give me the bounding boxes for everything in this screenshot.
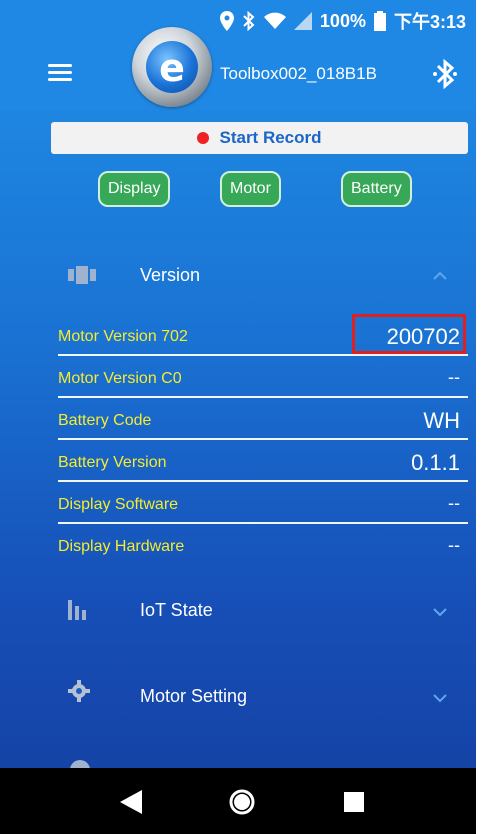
- phone-screen: 100% 下午3:13 e Toolbox002_018B1B Start Re…: [0, 0, 476, 834]
- version-row: Display Hardware --: [58, 524, 468, 564]
- status-bar: 100% 下午3:13: [0, 0, 476, 40]
- battery-icon: [373, 11, 386, 31]
- version-row: Battery Version 0.1.1: [58, 440, 468, 482]
- bluetooth-icon[interactable]: [432, 56, 458, 92]
- battery-percent: 100%: [319, 10, 366, 31]
- start-record-button[interactable]: Start Record: [51, 122, 468, 154]
- row-value: --: [448, 493, 460, 513]
- display-tab-button[interactable]: Display: [98, 171, 171, 207]
- next-section-icon: [70, 760, 90, 768]
- app-bar: e Toolbox002_018B1B: [0, 27, 476, 110]
- version-row: Display Software --: [58, 482, 468, 524]
- status-icons: 100% 下午3:13: [219, 8, 466, 34]
- row-value: 0.1.1: [411, 450, 460, 475]
- row-label: Display Hardware: [58, 538, 185, 555]
- recent-apps-icon[interactable]: [344, 792, 364, 812]
- chevron-up-icon[interactable]: [432, 268, 448, 284]
- row-value: --: [448, 535, 460, 555]
- highlight-box: [352, 314, 466, 354]
- row-label: Motor Version C0: [58, 370, 182, 387]
- chevron-down-icon[interactable]: [432, 604, 448, 620]
- version-row: Motor Version C0 --: [58, 356, 468, 398]
- main-content: Start Record Display Motor Battery Versi…: [0, 110, 476, 768]
- clock: 下午3:13: [393, 12, 466, 32]
- row-value: --: [448, 367, 460, 387]
- home-icon[interactable]: [228, 788, 256, 816]
- start-record-label: Start Record: [219, 128, 322, 147]
- row-value: WH: [423, 408, 460, 433]
- version-section-header[interactable]: Version: [0, 236, 476, 326]
- motor-tab-button[interactable]: Motor: [220, 171, 281, 207]
- location-icon: [219, 11, 234, 31]
- app-logo: e: [132, 27, 212, 107]
- wifi-icon: [263, 12, 286, 29]
- gear-icon: [68, 680, 90, 702]
- motor-setting-section-header[interactable]: Motor Setting: [0, 650, 476, 730]
- bluetooth-status-icon: [243, 11, 255, 31]
- logo-letter: e: [159, 46, 185, 90]
- record-dot-icon: [197, 132, 210, 144]
- device-name: Toolbox002_018B1B: [220, 64, 377, 83]
- row-label: Motor Version 702: [58, 328, 188, 345]
- navigation-bar: [0, 768, 476, 834]
- motor-setting-title: Motor Setting: [140, 686, 248, 706]
- row-label: Battery Version: [58, 454, 167, 471]
- back-icon[interactable]: [120, 790, 142, 814]
- hamburger-menu-icon[interactable]: [48, 64, 72, 82]
- iot-state-title: IoT State: [140, 600, 213, 620]
- cellular-signal-icon: [293, 12, 312, 30]
- battery-cells-icon: [68, 266, 96, 284]
- iot-state-section-header[interactable]: IoT State: [0, 560, 476, 640]
- row-label: Battery Code: [58, 412, 152, 429]
- version-section-title: Version: [140, 265, 201, 285]
- chevron-down-icon[interactable]: [432, 690, 448, 706]
- battery-tab-button[interactable]: Battery: [341, 171, 412, 207]
- version-row: Battery Code WH: [58, 398, 468, 440]
- row-label: Display Software: [58, 496, 179, 513]
- signal-bars-icon: [68, 600, 86, 620]
